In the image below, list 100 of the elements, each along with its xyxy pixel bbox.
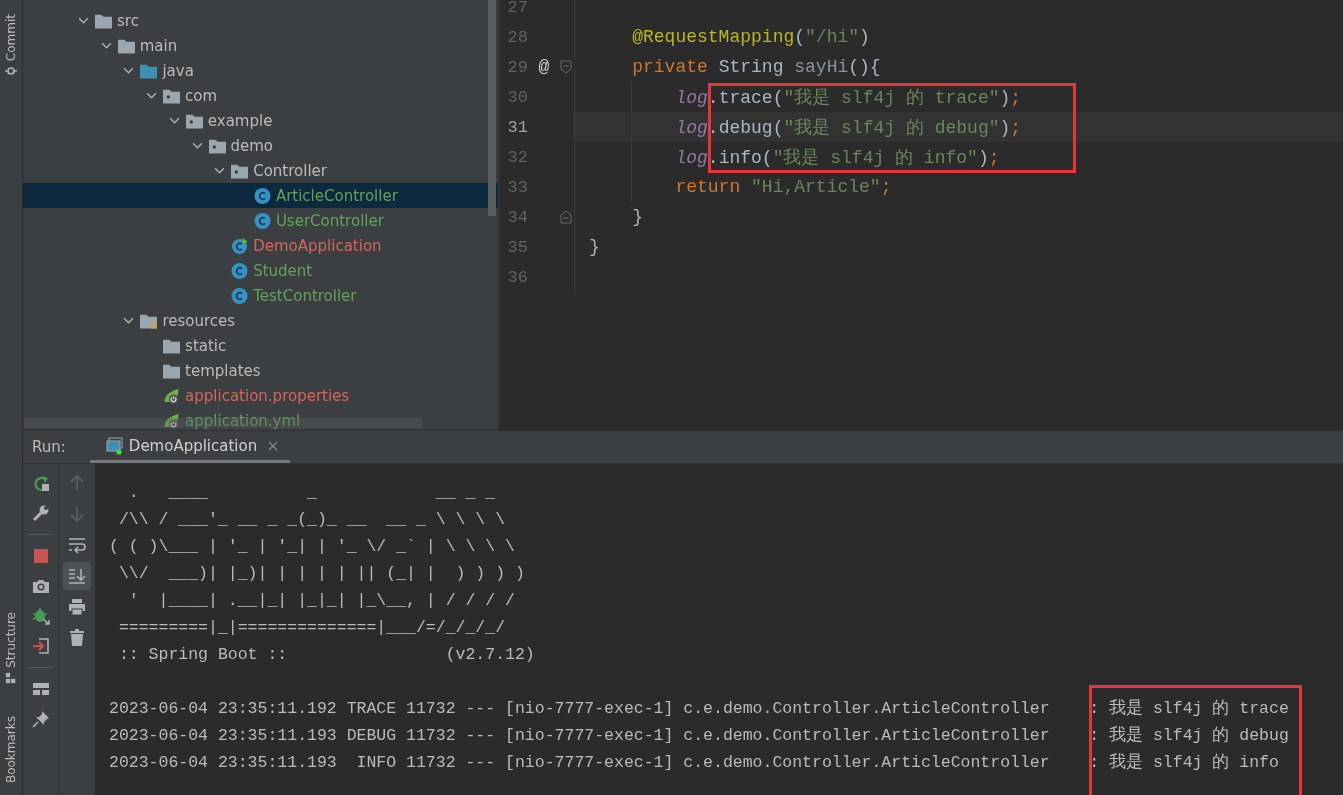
printer-icon[interactable] xyxy=(68,598,86,616)
chevron-icon[interactable] xyxy=(100,42,112,49)
commit-icon[interactable] xyxy=(5,65,17,78)
chevron-icon[interactable] xyxy=(78,17,89,24)
trash-icon[interactable] xyxy=(68,629,86,647)
tree-item[interactable]: Controller xyxy=(23,158,498,183)
file-name: ArticleController xyxy=(275,186,398,205)
runnable-class-icon xyxy=(231,237,249,254)
banner-line: :: Spring Boot :: (v2.7.12) xyxy=(117,644,536,666)
rerun-icon[interactable] xyxy=(31,474,50,492)
file-name: Student xyxy=(253,261,313,280)
soft-wrap-icon[interactable] xyxy=(68,536,86,554)
file-name: main xyxy=(139,36,178,55)
code-line: } xyxy=(589,237,600,257)
banner-line: \\/ ___)| |_)| | | | | || (_| | ) ) ) ) xyxy=(117,563,526,585)
file-name: application.properties xyxy=(185,386,350,405)
file-name: com xyxy=(185,86,218,105)
package-folder-icon xyxy=(185,112,203,129)
code-line: } xyxy=(631,207,643,227)
spring-leaf-icon xyxy=(163,387,181,404)
folder-icon xyxy=(163,362,181,379)
file-name: static xyxy=(185,336,227,355)
tree-item[interactable]: application.properties xyxy=(23,383,498,408)
chevron-icon[interactable] xyxy=(123,317,135,324)
pin-icon[interactable] xyxy=(31,710,50,728)
file-name: application.yml xyxy=(185,411,301,430)
tree-item[interactable]: DemoApplication xyxy=(23,233,498,258)
class-icon xyxy=(253,212,271,229)
line-number: 36 xyxy=(506,267,528,287)
tree-item[interactable]: Student xyxy=(23,258,498,283)
console-window-icon xyxy=(105,436,124,455)
package-folder-icon xyxy=(208,137,226,154)
file-name: TestController xyxy=(253,286,357,305)
class-icon xyxy=(231,287,249,304)
banner-line: =========|_|==============|___/=/_/_/_/ xyxy=(117,617,507,639)
resources-folder-icon xyxy=(140,312,158,329)
tree-item[interactable]: java xyxy=(23,58,498,83)
bug-icon[interactable] xyxy=(31,607,50,625)
line-number: 27 xyxy=(506,0,528,17)
exit-icon[interactable] xyxy=(31,637,50,655)
folder-icon xyxy=(140,62,158,79)
tab-label: DemoApplication xyxy=(128,436,258,455)
tree-item[interactable]: TestController xyxy=(23,283,498,308)
folder-icon xyxy=(117,37,135,54)
gutter-marker[interactable]: @ xyxy=(538,57,550,77)
scrollbar[interactable] xyxy=(488,0,496,216)
file-name: Controller xyxy=(253,161,327,180)
stop-icon[interactable] xyxy=(31,547,50,565)
tree-item[interactable]: com xyxy=(23,83,498,108)
banner-line: ' |____| .__|_| |_|_| |_\__, | / / / / xyxy=(127,590,516,612)
chevron-icon[interactable] xyxy=(191,142,203,149)
file-name: DemoApplication xyxy=(253,236,382,255)
file-name: java xyxy=(162,61,194,80)
tree-item[interactable]: templates xyxy=(23,358,498,383)
file-name: resources xyxy=(162,311,236,330)
tree-item[interactable]: main xyxy=(23,33,498,58)
tool-window-tab[interactable]: Commit xyxy=(4,14,18,62)
code-line: log.info("我是 slf4j 的 info"); xyxy=(674,147,1000,169)
code-line: private String sayHi(){ xyxy=(631,57,881,77)
code-line: return "Hi,Article"; xyxy=(674,177,892,197)
panel-title: Run: xyxy=(32,438,66,456)
chevron-icon[interactable] xyxy=(214,167,226,174)
file-name: UserController xyxy=(275,211,384,230)
tree-item[interactable]: UserController xyxy=(23,208,498,233)
line-number: 35 xyxy=(506,237,528,257)
wrench-icon[interactable] xyxy=(31,504,50,522)
tree-item[interactable]: demo xyxy=(23,133,498,158)
log-line: 2023-06-04 23:35:11.193 DEBUG 11732 --- [nio-7777-exec-1] c.e.demo.Controller.ArticleController : 我是 slf4j 的 debug xyxy=(109,725,1290,747)
line-number: 31 xyxy=(506,117,528,137)
code-line: log.trace("我是 slf4j 的 trace"); xyxy=(674,87,1022,109)
tree-item[interactable]: example xyxy=(23,108,498,133)
log-line: 2023-06-04 23:35:11.192 TRACE 11732 --- [nio-7777-exec-1] c.e.demo.Controller.ArticleController : 我是 slf4j 的 trace xyxy=(109,698,1290,720)
spring-leaf-icon xyxy=(163,412,181,429)
file-name: example xyxy=(207,111,273,130)
tool-window-tab[interactable]: Bookmarks xyxy=(4,716,18,784)
chevron-icon[interactable] xyxy=(123,67,135,74)
tool-window-tab[interactable]: Structure xyxy=(4,612,18,668)
code-line: log.debug("我是 slf4j 的 debug"); xyxy=(674,117,1022,139)
camera-icon[interactable] xyxy=(31,577,50,595)
layout-icon[interactable] xyxy=(31,680,50,698)
structure-icon[interactable] xyxy=(5,671,17,684)
banner-line: ( ( )\___ | '_ | '_| | '_ \/ _` | \ \ \ \ xyxy=(109,536,516,558)
line-number: 30 xyxy=(506,87,528,107)
tree-item[interactable]: resources xyxy=(23,308,498,333)
line-number: 34 xyxy=(506,207,528,227)
scroll-to-end-icon[interactable] xyxy=(68,567,86,585)
package-folder-icon xyxy=(163,87,181,104)
class-icon xyxy=(253,187,271,204)
folder-icon xyxy=(95,12,112,29)
tree-item[interactable]: ArticleController xyxy=(23,183,498,208)
chevron-icon[interactable] xyxy=(168,117,180,124)
file-name: demo xyxy=(230,136,274,155)
chevron-icon[interactable] xyxy=(146,92,158,99)
banner-line: /\\ / ___'_ __ _ _(_)_ __ __ _ \ \ \ \ xyxy=(117,509,507,531)
tree-item[interactable]: static xyxy=(23,333,498,358)
file-name: src xyxy=(117,11,139,30)
banner-line: . ____ _ __ _ _ xyxy=(127,482,497,504)
file-name: templates xyxy=(185,361,261,380)
tree-item[interactable]: src xyxy=(23,8,498,33)
line-number: 33 xyxy=(506,177,528,197)
